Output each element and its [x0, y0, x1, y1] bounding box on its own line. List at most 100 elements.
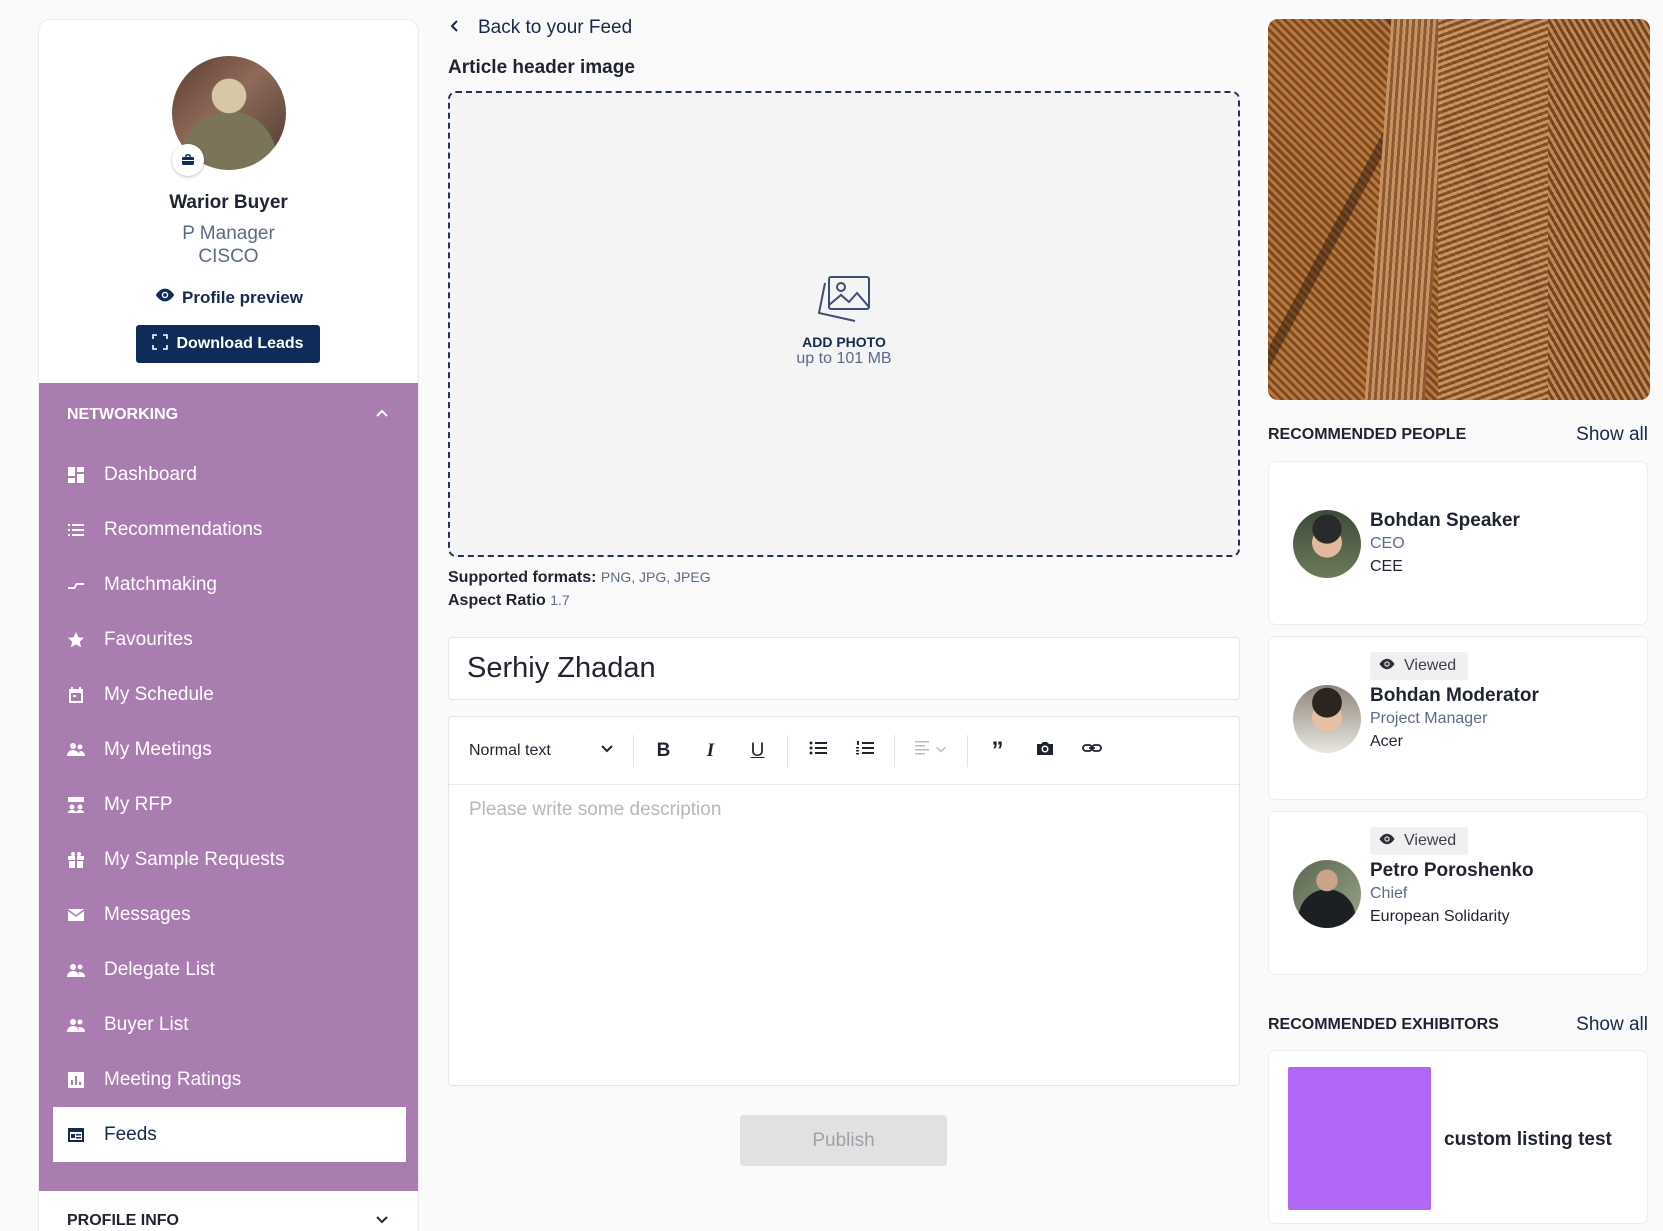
back-to-feed-link[interactable]: Back to your Feed	[448, 17, 632, 39]
bold-button[interactable]: B	[640, 731, 687, 771]
description-textarea[interactable]: Please write some description	[449, 785, 1239, 835]
person-name: Bohdan Moderator	[1370, 685, 1539, 706]
chevron-left-icon	[448, 17, 462, 39]
avatar	[1293, 860, 1361, 928]
header-image-dropzone[interactable]: ADD PHOTO up to 101 MB	[448, 91, 1240, 557]
sidebar-item-my-sample-requests[interactable]: My Sample Requests	[39, 832, 418, 887]
underline-button[interactable]: U	[734, 731, 781, 771]
person-company: CEE	[1370, 558, 1403, 575]
exhibitor-card[interactable]: custom listing test	[1268, 1050, 1648, 1224]
align-left-icon	[914, 738, 934, 764]
sidebar: Warior Buyer P Manager CISCO Profile pre…	[38, 19, 419, 1231]
italic-button[interactable]: I	[687, 731, 734, 771]
sidebar-item-buyer-list[interactable]: Buyer List	[39, 997, 418, 1052]
numbered-list-button[interactable]	[841, 731, 888, 771]
editor-toolbar: Normal text B I U ”	[449, 717, 1239, 785]
exhibitor-logo	[1288, 1067, 1431, 1210]
add-photo-label: ADD PHOTO	[802, 334, 886, 350]
bullet-list-button[interactable]	[794, 731, 841, 771]
numbered-list-icon	[855, 738, 875, 764]
profile-company: CISCO	[198, 246, 259, 267]
person-card[interactable]: Viewed Bohdan Moderator Project Manager …	[1268, 636, 1648, 800]
bullet-list-icon	[808, 738, 828, 764]
sidebar-item-delegate-list[interactable]: Delegate List	[39, 942, 418, 997]
promo-banner-image[interactable]	[1268, 19, 1650, 400]
briefcase-icon	[172, 144, 204, 176]
header-image-label: Article header image	[448, 57, 635, 78]
image-requirements: Supported formats: PNG, JPG, JPEG Aspect…	[448, 566, 711, 612]
networking-section-toggle[interactable]: NETWORKING	[39, 383, 418, 447]
eye-icon	[1378, 830, 1396, 853]
article-title-input[interactable]: Serhiy Zhadan	[448, 637, 1240, 700]
align-select[interactable]	[901, 731, 961, 771]
toolbar-divider	[787, 734, 788, 767]
sidebar-item-label: My RFP	[104, 793, 173, 815]
person-name: Bohdan Speaker	[1370, 510, 1520, 531]
profile-card: Warior Buyer P Manager CISCO Profile pre…	[39, 20, 418, 383]
calendar-icon	[66, 685, 86, 705]
chart-icon	[66, 1070, 86, 1090]
sidebar-item-meeting-ratings[interactable]: Meeting Ratings	[39, 1052, 418, 1107]
person-company: European Solidarity	[1370, 908, 1510, 925]
person-name: Petro Poroshenko	[1370, 860, 1534, 881]
link-icon	[1081, 738, 1102, 764]
sidebar-item-recommendations[interactable]: Recommendations	[39, 502, 418, 557]
viewed-badge: Viewed	[1370, 652, 1469, 680]
profile-info-toggle[interactable]: PROFILE INFO	[39, 1191, 418, 1231]
mail-icon	[66, 905, 86, 925]
avatar	[1293, 685, 1361, 753]
chevron-up-icon	[372, 403, 392, 428]
underline-icon: U	[750, 739, 765, 761]
exhibitors-show-all-link[interactable]: Show all	[1576, 1014, 1648, 1036]
feeds-icon	[66, 1125, 86, 1145]
publish-button[interactable]: Publish	[740, 1115, 947, 1166]
camera-icon	[1035, 738, 1055, 764]
insert-image-button[interactable]	[1021, 731, 1068, 771]
recommended-people-title: RECOMMENDED PEOPLE	[1268, 426, 1467, 443]
rich-text-editor: Normal text B I U ” Please write some de…	[448, 716, 1240, 1086]
recommended-exhibitors-title: RECOMMENDED EXHIBITORS	[1268, 1016, 1499, 1033]
aspect-label: Aspect Ratio	[448, 592, 546, 609]
toolbar-divider	[894, 734, 895, 767]
text-style-select[interactable]: Normal text	[469, 740, 627, 761]
networking-title: NETWORKING	[67, 406, 179, 423]
image-icon	[815, 276, 873, 329]
sidebar-item-feeds[interactable]: Feeds	[53, 1107, 406, 1162]
sidebar-item-dashboard[interactable]: Dashboard	[39, 447, 418, 502]
download-leads-button[interactable]: Download Leads	[136, 325, 320, 363]
meetings-icon	[66, 740, 86, 760]
person-card[interactable]: Viewed Petro Poroshenko Chief European S…	[1268, 811, 1648, 975]
dashboard-icon	[66, 465, 86, 485]
toolbar-divider	[967, 734, 968, 767]
people-show-all-link[interactable]: Show all	[1576, 424, 1648, 446]
person-role: Project Manager	[1370, 710, 1488, 727]
sidebar-item-my-rfp[interactable]: My RFP	[39, 777, 418, 832]
profile-name: Warior Buyer	[169, 192, 288, 213]
recommended-people-header: RECOMMENDED PEOPLE Show all	[1268, 424, 1648, 446]
bold-icon: B	[656, 739, 671, 761]
sidebar-item-matchmaking[interactable]: Matchmaking	[39, 557, 418, 612]
back-label: Back to your Feed	[478, 17, 633, 38]
profile-info-title: PROFILE INFO	[67, 1212, 179, 1229]
toolbar-divider	[633, 734, 634, 767]
matchmaking-icon	[66, 575, 86, 595]
profile-preview-link[interactable]: Profile preview	[39, 284, 418, 311]
link-button[interactable]	[1068, 731, 1115, 771]
eye-icon	[154, 284, 176, 311]
sidebar-item-my-meetings[interactable]: My Meetings	[39, 722, 418, 777]
profile-role: P Manager	[182, 223, 275, 244]
sidebar-item-my-schedule[interactable]: My Schedule	[39, 667, 418, 722]
sidebar-item-favourites[interactable]: Favourites	[39, 612, 418, 667]
sidebar-item-messages[interactable]: Messages	[39, 887, 418, 942]
viewed-label: Viewed	[1404, 832, 1457, 849]
eye-icon	[1378, 655, 1396, 678]
person-card[interactable]: Bohdan Speaker CEO CEE	[1268, 461, 1648, 625]
quote-button[interactable]: ”	[974, 731, 1021, 771]
star-icon	[66, 630, 86, 650]
sidebar-item-label: Delegate List	[104, 958, 215, 980]
people-icon	[66, 960, 86, 980]
profile-preview-label: Profile preview	[182, 287, 303, 307]
people-icon	[66, 1015, 86, 1035]
formats-value: PNG, JPG, JPEG	[600, 569, 711, 585]
sidebar-item-label: My Schedule	[104, 683, 214, 705]
